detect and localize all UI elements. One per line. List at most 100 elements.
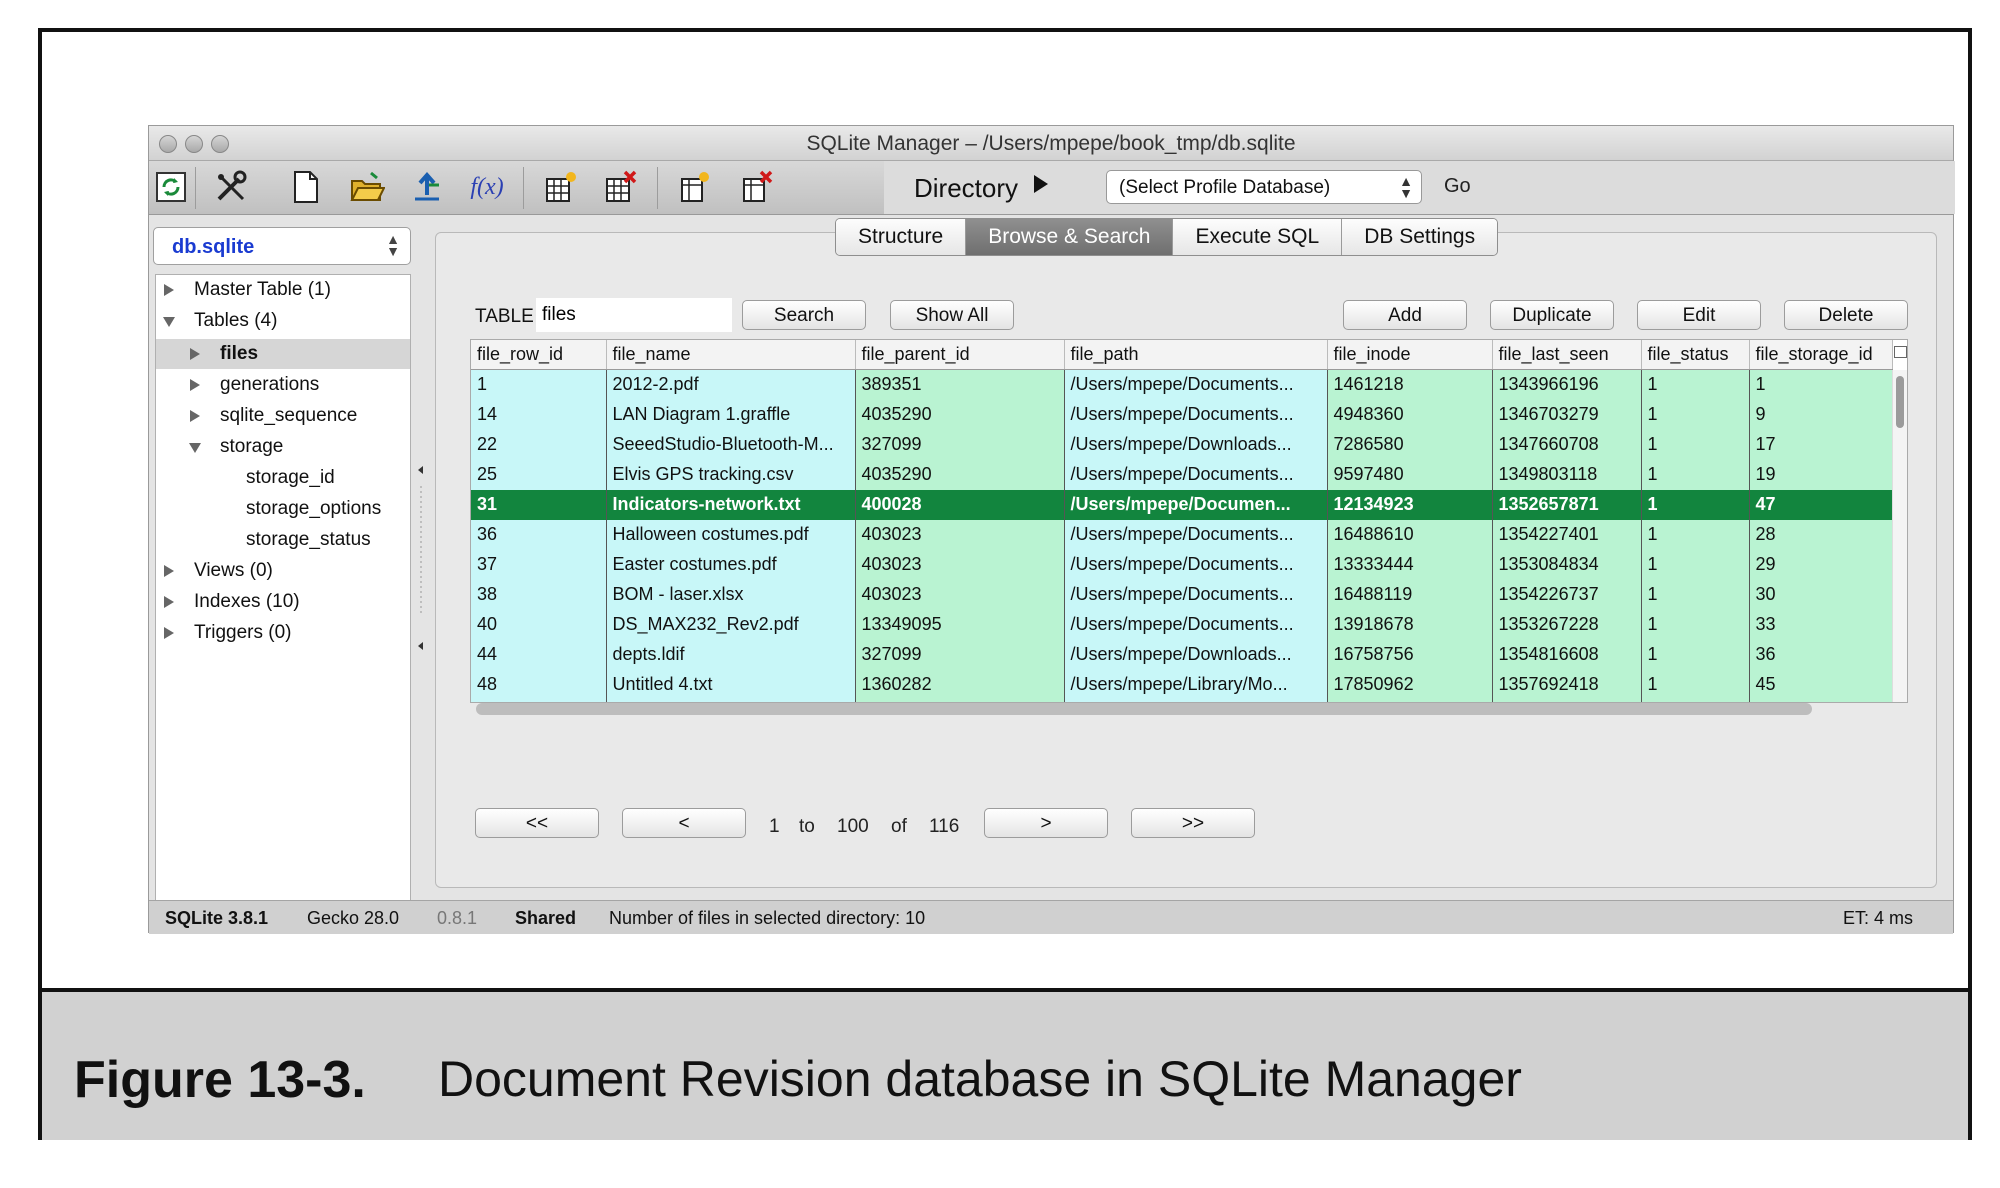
expand-arrow-icon[interactable] bbox=[190, 348, 200, 360]
cell-file-last-seen[interactable]: 1354226737 bbox=[1492, 579, 1642, 610]
cell-file-path[interactable]: /Users/mpepe/Documents... bbox=[1064, 609, 1328, 640]
cell-file-path[interactable]: /Users/mpepe/Documents... bbox=[1064, 549, 1328, 580]
table-row[interactable]: 37 Easter costumes.pdf 403023/Users/mpepe/… bbox=[471, 549, 1893, 580]
cell-file-status[interactable]: 1 bbox=[1641, 399, 1750, 430]
table-row[interactable]: 40 DS_MAX232_Rev2.pdf 13349095/Users/mpepe… bbox=[471, 609, 1893, 640]
cell-file-name[interactable]: Easter costumes.pdf bbox=[606, 549, 856, 580]
cell-file-row-id[interactable]: 36 bbox=[471, 519, 607, 550]
cell-file-name[interactable]: BOM - laser.xlsx bbox=[606, 579, 856, 610]
cell-file-status[interactable]: 1 bbox=[1641, 489, 1750, 520]
go-button[interactable]: Go bbox=[1444, 175, 1471, 198]
cell-file-parent-id[interactable]: 403023 bbox=[855, 549, 1065, 580]
cell-file-name[interactable]: DS_MAX232_Rev2.pdf bbox=[606, 609, 856, 640]
table-name-field[interactable] bbox=[536, 298, 732, 332]
duplicate-button[interactable]: Duplicate bbox=[1490, 300, 1614, 330]
cell-file-inode[interactable]: 16758756 bbox=[1327, 639, 1493, 670]
cell-file-inode[interactable]: 13333444 bbox=[1327, 549, 1493, 580]
delete-button[interactable]: Delete bbox=[1784, 300, 1908, 330]
cell-file-parent-id[interactable]: 1360282 bbox=[855, 669, 1065, 700]
column-header-file-row-id[interactable]: file_row_id bbox=[471, 340, 607, 370]
cell-file-path[interactable]: /Users/mpepe/Downloads... bbox=[1064, 429, 1328, 460]
cell-file-storage-id[interactable]: 33 bbox=[1749, 609, 1893, 640]
cell-file-row-id[interactable]: 44 bbox=[471, 639, 607, 670]
drop-index-icon[interactable] bbox=[737, 167, 777, 207]
cell-file-status[interactable]: 1 bbox=[1641, 459, 1750, 490]
tab-structure[interactable]: Structure bbox=[836, 219, 967, 255]
vertical-scrollbar[interactable] bbox=[1892, 370, 1907, 702]
cell-file-status[interactable]: 1 bbox=[1641, 579, 1750, 610]
cell-file-storage-id[interactable]: 1 bbox=[1749, 369, 1893, 400]
tab-execute-sql[interactable]: Execute SQL bbox=[1173, 219, 1343, 255]
column-picker-icon[interactable] bbox=[1894, 346, 1907, 358]
expand-arrow-icon[interactable] bbox=[164, 565, 174, 577]
cell-file-last-seen[interactable]: 1352657871 bbox=[1492, 489, 1642, 520]
cell-file-name[interactable]: Indicators-network.txt bbox=[606, 489, 856, 520]
database-select[interactable]: db.sqlite ▲ ▼ bbox=[153, 227, 411, 265]
cell-file-storage-id[interactable]: 45 bbox=[1749, 669, 1893, 700]
cell-file-last-seen[interactable]: 1347660708 bbox=[1492, 429, 1642, 460]
expand-arrow-icon[interactable] bbox=[190, 410, 200, 422]
cell-file-name[interactable]: depts.ldif bbox=[606, 639, 856, 670]
next-page-button[interactable]: > bbox=[984, 808, 1108, 838]
column-header-file-parent-id[interactable]: file_parent_id bbox=[855, 340, 1065, 370]
cell-file-path[interactable]: /Users/mpepe/Documents... bbox=[1064, 459, 1328, 490]
cell-file-inode[interactable]: 16488119 bbox=[1327, 579, 1493, 610]
table-row[interactable]: 44 depts.ldif 327099/Users/mpepe/Downloads… bbox=[471, 639, 1893, 670]
collapse-arrow-icon[interactable] bbox=[163, 317, 175, 327]
new-db-icon[interactable] bbox=[285, 167, 325, 207]
cell-file-path[interactable]: /Users/mpepe/Documents... bbox=[1064, 399, 1328, 430]
tree-item-tables[interactable]: Tables (4) bbox=[163, 306, 277, 336]
cell-file-inode[interactable]: 7286580 bbox=[1327, 429, 1493, 460]
last-page-button[interactable]: >> bbox=[1131, 808, 1255, 838]
cell-file-inode[interactable]: 9597480 bbox=[1327, 459, 1493, 490]
create-index-icon[interactable] bbox=[675, 167, 715, 207]
cell-file-parent-id[interactable]: 403023 bbox=[855, 579, 1065, 610]
cell-file-storage-id[interactable]: 19 bbox=[1749, 459, 1893, 490]
previous-page-button[interactable]: < bbox=[622, 808, 746, 838]
cell-file-status[interactable]: 1 bbox=[1641, 369, 1750, 400]
cell-file-last-seen[interactable]: 1353267228 bbox=[1492, 609, 1642, 640]
expand-arrow-icon[interactable] bbox=[164, 284, 174, 296]
collapse-arrow-icon[interactable] bbox=[189, 443, 201, 453]
open-db-icon[interactable] bbox=[347, 167, 387, 207]
tree-item-files[interactable]: files bbox=[190, 339, 258, 369]
cell-file-name[interactable]: Halloween costumes.pdf bbox=[606, 519, 856, 550]
scroll-thumb[interactable] bbox=[1896, 376, 1904, 428]
column-header-file-last-seen[interactable]: file_last_seen bbox=[1492, 340, 1642, 370]
cell-file-path[interactable]: /Users/mpepe/Documents... bbox=[1064, 579, 1328, 610]
first-page-button[interactable]: << bbox=[475, 808, 599, 838]
cell-file-last-seen[interactable]: 1354227401 bbox=[1492, 519, 1642, 550]
cell-file-row-id[interactable]: 40 bbox=[471, 609, 607, 640]
cell-file-parent-id[interactable]: 4035290 bbox=[855, 459, 1065, 490]
cell-file-name[interactable]: LAN Diagram 1.graffle bbox=[606, 399, 856, 430]
cell-file-status[interactable]: 1 bbox=[1641, 669, 1750, 700]
cell-file-inode[interactable]: 17850962 bbox=[1327, 669, 1493, 700]
edit-button[interactable]: Edit bbox=[1637, 300, 1761, 330]
cell-file-inode[interactable]: 1461218 bbox=[1327, 369, 1493, 400]
cell-file-parent-id[interactable]: 389351 bbox=[855, 369, 1065, 400]
refresh-icon[interactable] bbox=[151, 167, 191, 207]
cell-file-name[interactable]: Untitled 4.txt bbox=[606, 669, 856, 700]
cell-file-inode[interactable]: 12134923 bbox=[1327, 489, 1493, 520]
tree-item-indexes[interactable]: Indexes (10) bbox=[164, 587, 300, 617]
function-icon[interactable]: f(x) bbox=[467, 167, 507, 207]
cell-file-last-seen[interactable]: 1357692418 bbox=[1492, 669, 1642, 700]
cell-file-path[interactable]: /Users/mpepe/Downloads... bbox=[1064, 639, 1328, 670]
cell-file-last-seen[interactable]: 1349803118 bbox=[1492, 459, 1642, 490]
column-header-file-name[interactable]: file_name bbox=[606, 340, 856, 370]
column-header-file-storage-id[interactable]: file_storage_id bbox=[1749, 340, 1893, 370]
cell-file-status[interactable]: 1 bbox=[1641, 609, 1750, 640]
tree-item-storage-status[interactable]: storage_status bbox=[246, 525, 371, 555]
cell-file-last-seen[interactable]: 1346703279 bbox=[1492, 399, 1642, 430]
cell-file-row-id[interactable]: 38 bbox=[471, 579, 607, 610]
drop-table-icon[interactable] bbox=[601, 167, 641, 207]
cell-file-row-id[interactable]: 31 bbox=[471, 489, 607, 520]
cell-file-parent-id[interactable]: 327099 bbox=[855, 639, 1065, 670]
cell-file-path[interactable]: /Users/mpepe/Library/Mo... bbox=[1064, 669, 1328, 700]
cell-file-path[interactable]: /Users/mpepe/Documents... bbox=[1064, 519, 1328, 550]
cell-file-row-id[interactable]: 25 bbox=[471, 459, 607, 490]
cell-file-inode[interactable]: 13918678 bbox=[1327, 609, 1493, 640]
cell-file-last-seen[interactable]: 1343966196 bbox=[1492, 369, 1642, 400]
cell-file-name[interactable]: Elvis GPS tracking.csv bbox=[606, 459, 856, 490]
cell-file-name[interactable]: 2012-2.pdf bbox=[606, 369, 856, 400]
